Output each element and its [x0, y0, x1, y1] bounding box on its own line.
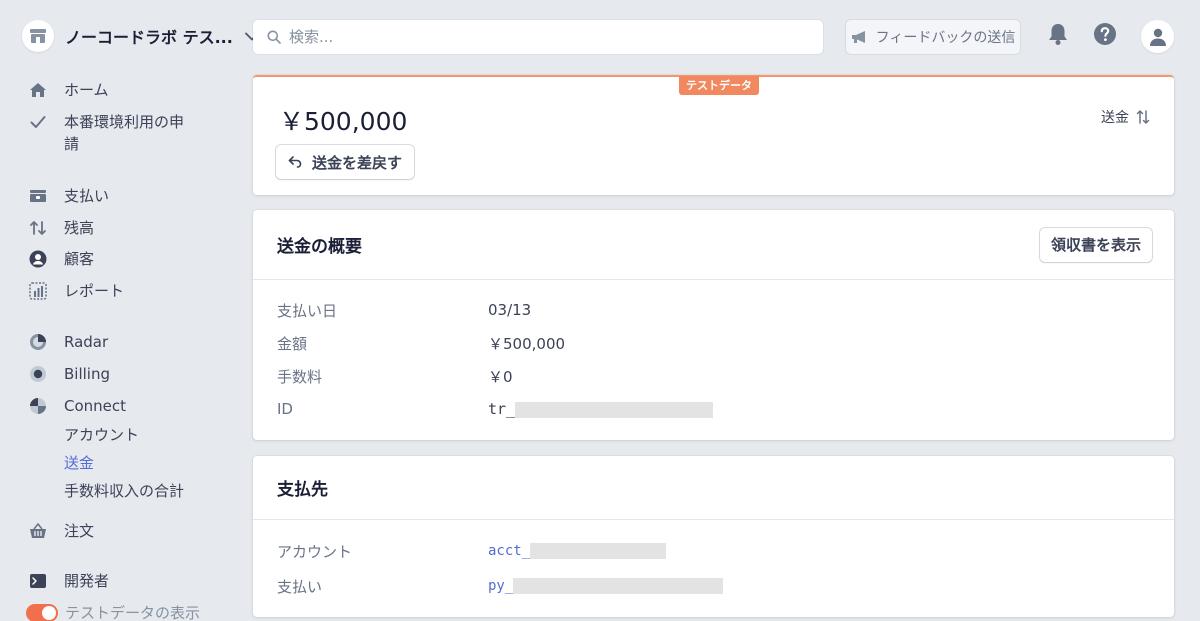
wallet-icon	[28, 185, 48, 207]
detail-row: 手数料 ￥0	[277, 365, 513, 387]
card-header: 支払先	[253, 456, 1174, 520]
sidebar-item-orders[interactable]: 注文	[28, 520, 94, 542]
sidebar-item-home[interactable]: ホーム	[28, 79, 109, 101]
sidebar-item-billing[interactable]: Billing	[28, 363, 110, 385]
search-icon	[267, 30, 281, 44]
transfer-id[interactable]: tr_	[488, 400, 714, 418]
feedback-label: フィードバックの送信	[875, 30, 1016, 46]
billing-icon	[28, 363, 48, 385]
detail-row: 支払い日 03/13	[277, 299, 531, 321]
payment-id-prefix: py_	[488, 578, 514, 594]
sidebar-subitem-fees[interactable]: 手数料収入の合計	[64, 481, 184, 501]
sidebar-item-developers[interactable]: 開発者	[28, 570, 109, 592]
connect-icon	[28, 395, 48, 417]
radar-icon	[28, 331, 48, 353]
transfer-amount: ￥500,000	[279, 107, 408, 136]
sidebar-item-payments[interactable]: 支払い	[28, 185, 109, 207]
account-name: ノーコードラボ テス...	[65, 28, 233, 47]
test-data-badge: テストデータ	[679, 76, 759, 95]
detail-row: 支払い py_	[277, 575, 724, 597]
detail-label: 支払い	[277, 577, 323, 596]
account-id-prefix: acct_	[488, 543, 531, 559]
sidebar-item-label-cont: 請	[64, 135, 80, 153]
search-input[interactable]	[289, 28, 789, 46]
sidebar-item-label: レポート	[64, 282, 125, 300]
megaphone-icon	[851, 30, 876, 44]
account-switcher[interactable]: ノーコードラボ テス...	[22, 19, 259, 53]
sidebar-item-label: 顧客	[64, 250, 95, 268]
sidebar-item-label: 本番環境利用の申	[64, 113, 185, 131]
detail-row: アカウント acct_	[277, 540, 667, 562]
test-data-toggle-label: テストデータの表示	[65, 604, 201, 621]
destination-card: 支払先 アカウント acct_ 支払い py_	[253, 456, 1174, 617]
sidebar-item-connect[interactable]: Connect	[28, 395, 126, 417]
redacted-id	[515, 401, 714, 418]
bell-icon[interactable]	[1047, 22, 1069, 46]
help-icon[interactable]	[1093, 22, 1117, 46]
transfer-type-label: 送金	[1101, 110, 1129, 126]
sidebar-item-label: 注文	[64, 522, 95, 540]
detail-label: ID	[277, 400, 293, 418]
transfer-id-prefix: tr_	[488, 400, 516, 418]
detail-value: ￥500,000	[488, 334, 566, 353]
customer-icon	[28, 248, 48, 270]
report-icon	[28, 280, 48, 302]
undo-icon	[288, 156, 312, 168]
transfer-amount-card: テストデータ ￥500,000 送金 送金を差戻す	[253, 75, 1174, 195]
detail-label: 手数料	[277, 367, 323, 386]
sidebar-item-balances[interactable]: 残高	[28, 217, 94, 239]
sidebar-item-label: 残高	[64, 219, 95, 237]
sidebar-item-reports[interactable]: レポート	[28, 280, 124, 302]
reverse-transfer-button[interactable]: 送金を差戻す	[276, 145, 415, 179]
test-data-toggle-row[interactable]: テストデータの表示	[26, 602, 200, 621]
terminal-icon	[28, 570, 48, 592]
destination-account-link[interactable]: acct_	[488, 543, 667, 559]
search-bar[interactable]	[253, 20, 823, 54]
user-icon	[1149, 28, 1166, 46]
view-receipt-button[interactable]: 領収書を表示	[1039, 227, 1152, 262]
detail-label: 金額	[277, 334, 308, 353]
sidebar-item-label: 開発者	[64, 572, 110, 590]
reverse-transfer-label: 送金を差戻す	[312, 153, 403, 172]
destination-payment-link[interactable]: py_	[488, 578, 724, 594]
avatar[interactable]	[1141, 20, 1174, 53]
transfer-type: 送金	[1101, 107, 1150, 127]
test-data-toggle[interactable]	[26, 603, 58, 621]
sidebar-item-label: Billing	[64, 365, 110, 383]
sidebar-item-label: ホーム	[64, 81, 109, 99]
detail-value: ￥0	[488, 367, 513, 386]
redacted-id	[530, 543, 667, 559]
sidebar-item-label: Connect	[64, 397, 127, 415]
card-title: 送金の概要	[277, 237, 362, 257]
card-title: 支払先	[277, 480, 328, 500]
store-icon	[22, 20, 54, 52]
sidebar-item-radar[interactable]: Radar	[28, 331, 108, 353]
card-header: 送金の概要 領収書を表示	[253, 210, 1174, 280]
checkmark-icon	[28, 111, 48, 133]
arrows-updown-icon	[1129, 110, 1150, 124]
detail-label: 支払い日	[277, 301, 338, 320]
sidebar-subitem-accounts[interactable]: アカウント	[64, 425, 139, 445]
detail-row: 金額 ￥500,000	[277, 332, 565, 354]
detail-row: ID tr_	[277, 398, 714, 420]
detail-label: アカウント	[277, 542, 353, 561]
detail-value: 03/13	[488, 301, 532, 319]
sidebar-item-activation[interactable]: 本番環境利用の申 請	[28, 111, 184, 155]
sidebar-item-customers[interactable]: 顧客	[28, 248, 94, 270]
sidebar-subitem-transfers[interactable]: 送金	[64, 453, 94, 473]
arrows-updown-icon	[28, 217, 48, 239]
feedback-button[interactable]: フィードバックの送信	[846, 20, 1020, 54]
sidebar-item-label: Radar	[64, 333, 109, 351]
redacted-id	[513, 578, 724, 594]
sidebar-item-label: 支払い	[64, 187, 110, 205]
transfer-summary-card: 送金の概要 領収書を表示 支払い日 03/13 金額 ￥500,000 手数料 …	[253, 210, 1174, 440]
basket-icon	[28, 520, 48, 542]
home-icon	[28, 79, 48, 101]
